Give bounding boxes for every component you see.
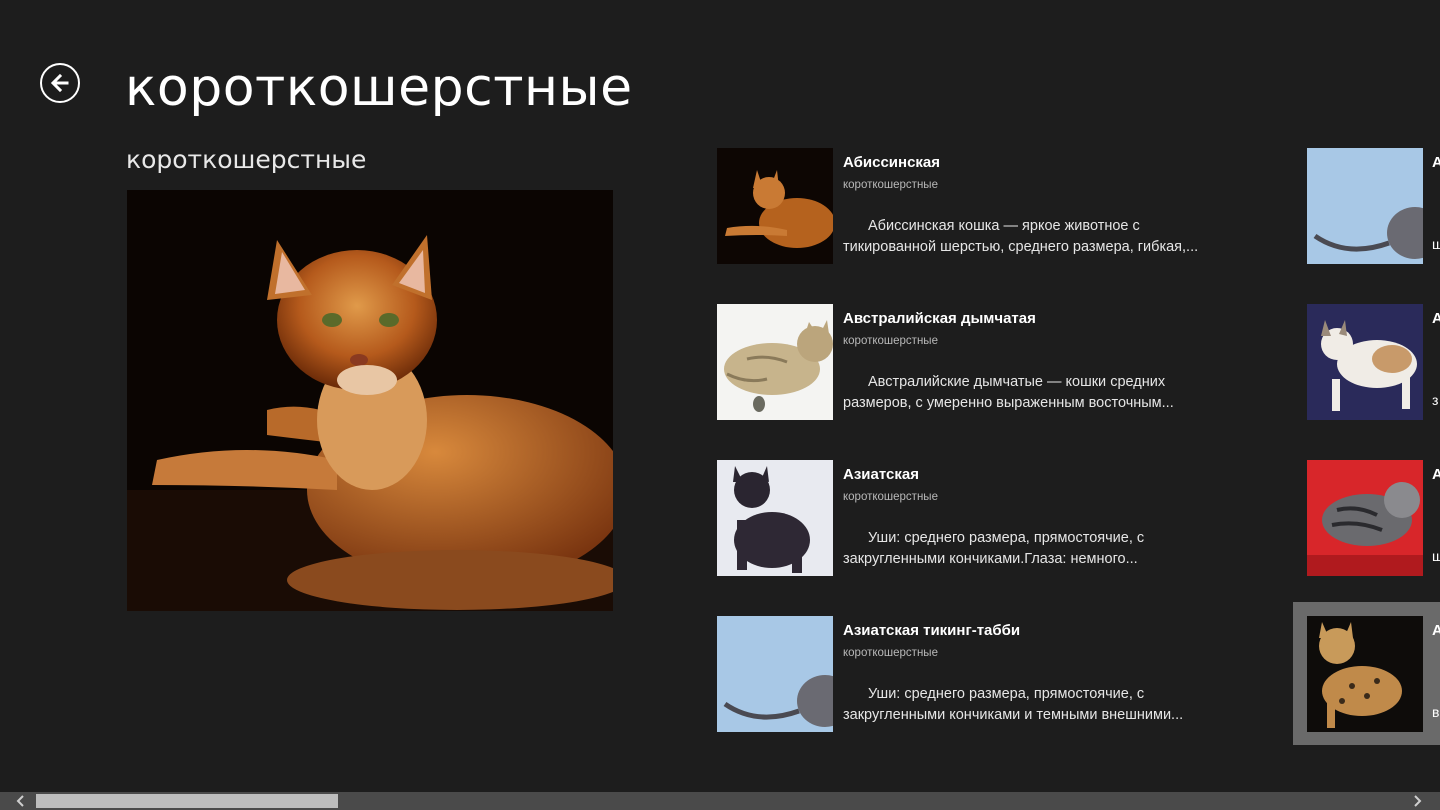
scroll-thumb[interactable] xyxy=(36,794,338,808)
item-thumbnail xyxy=(717,616,833,732)
item-title: А xyxy=(1432,466,1440,483)
item-title: Азиатская тикинг-табби xyxy=(843,622,1021,639)
item-title: Азиатская xyxy=(843,466,919,483)
item-description: в xyxy=(1432,704,1440,720)
item-thumbnail[interactable] xyxy=(1307,616,1423,732)
item-title: Абиссинская xyxy=(843,154,941,171)
chevron-left-icon xyxy=(16,795,24,807)
item-title: А xyxy=(1432,154,1440,171)
item-subtitle: короткошерстные xyxy=(843,335,938,347)
chevron-right-icon xyxy=(1414,795,1422,807)
list-item[interactable]: Абиссинская короткошерстные Абиссинская … xyxy=(717,148,1277,264)
item-subtitle: короткошерстные xyxy=(843,647,938,659)
item-thumbnail[interactable] xyxy=(1307,148,1423,264)
item-subtitle: короткошерстные xyxy=(843,491,938,503)
item-description: ш xyxy=(1432,548,1440,564)
item-description: Уши: среднего размера, прямостоячие, с з… xyxy=(843,686,1184,723)
list-item[interactable]: Австралийская дымчатая короткошерстные А… xyxy=(717,304,1277,420)
item-description: Уши: среднего размера, прямостоячие, с з… xyxy=(843,530,1145,567)
item-description: Австралийские дымчатые — кошки средних р… xyxy=(843,374,1174,411)
scroll-right-button[interactable] xyxy=(1402,792,1432,810)
item-title: А xyxy=(1432,310,1440,327)
cat-photo xyxy=(127,190,613,611)
back-button[interactable] xyxy=(40,63,80,103)
list-item[interactable]: Азиатская короткошерстные Уши: среднего … xyxy=(717,460,1277,576)
scroll-left-button[interactable] xyxy=(6,792,36,810)
item-description: Абиссинская кошка — яркое животное с тик… xyxy=(843,218,1199,255)
item-title: Австралийская дымчатая xyxy=(843,310,1036,327)
item-thumbnail[interactable] xyxy=(1307,460,1423,576)
page-title: короткошерстные xyxy=(125,58,633,118)
item-thumbnail[interactable] xyxy=(1307,304,1423,420)
list-item[interactable]: Азиатская тикинг-табби короткошерстные У… xyxy=(717,616,1277,732)
horizontal-scrollbar[interactable] xyxy=(0,792,1440,810)
arrow-left-circle-icon xyxy=(50,73,69,93)
hero-image[interactable] xyxy=(127,190,613,611)
item-title: А xyxy=(1432,622,1440,639)
item-thumbnail xyxy=(717,148,833,264)
item-subtitle: короткошерстные xyxy=(843,179,938,191)
item-thumbnail xyxy=(717,304,833,420)
item-description: з xyxy=(1432,392,1439,408)
item-description: ш xyxy=(1432,236,1440,252)
item-thumbnail xyxy=(717,460,833,576)
group-header: короткошерстные xyxy=(126,145,367,174)
